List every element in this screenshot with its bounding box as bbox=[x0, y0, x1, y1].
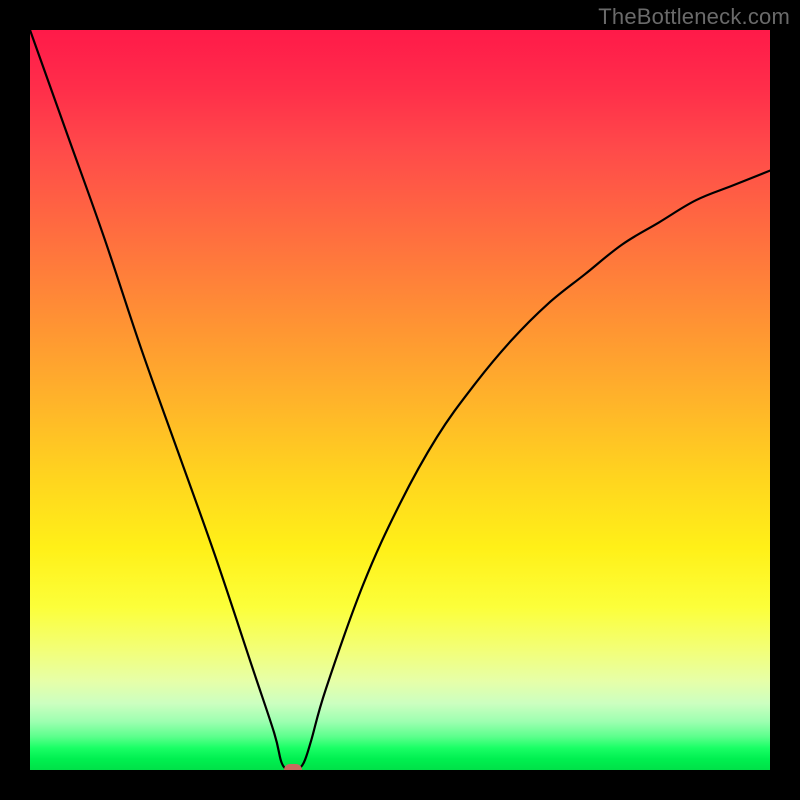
plot-area bbox=[30, 30, 770, 770]
chart-frame: TheBottleneck.com bbox=[0, 0, 800, 800]
curve-layer bbox=[30, 30, 770, 770]
optimum-marker bbox=[284, 764, 302, 770]
bottleneck-curve bbox=[30, 30, 770, 770]
watermark-text: TheBottleneck.com bbox=[598, 4, 790, 30]
